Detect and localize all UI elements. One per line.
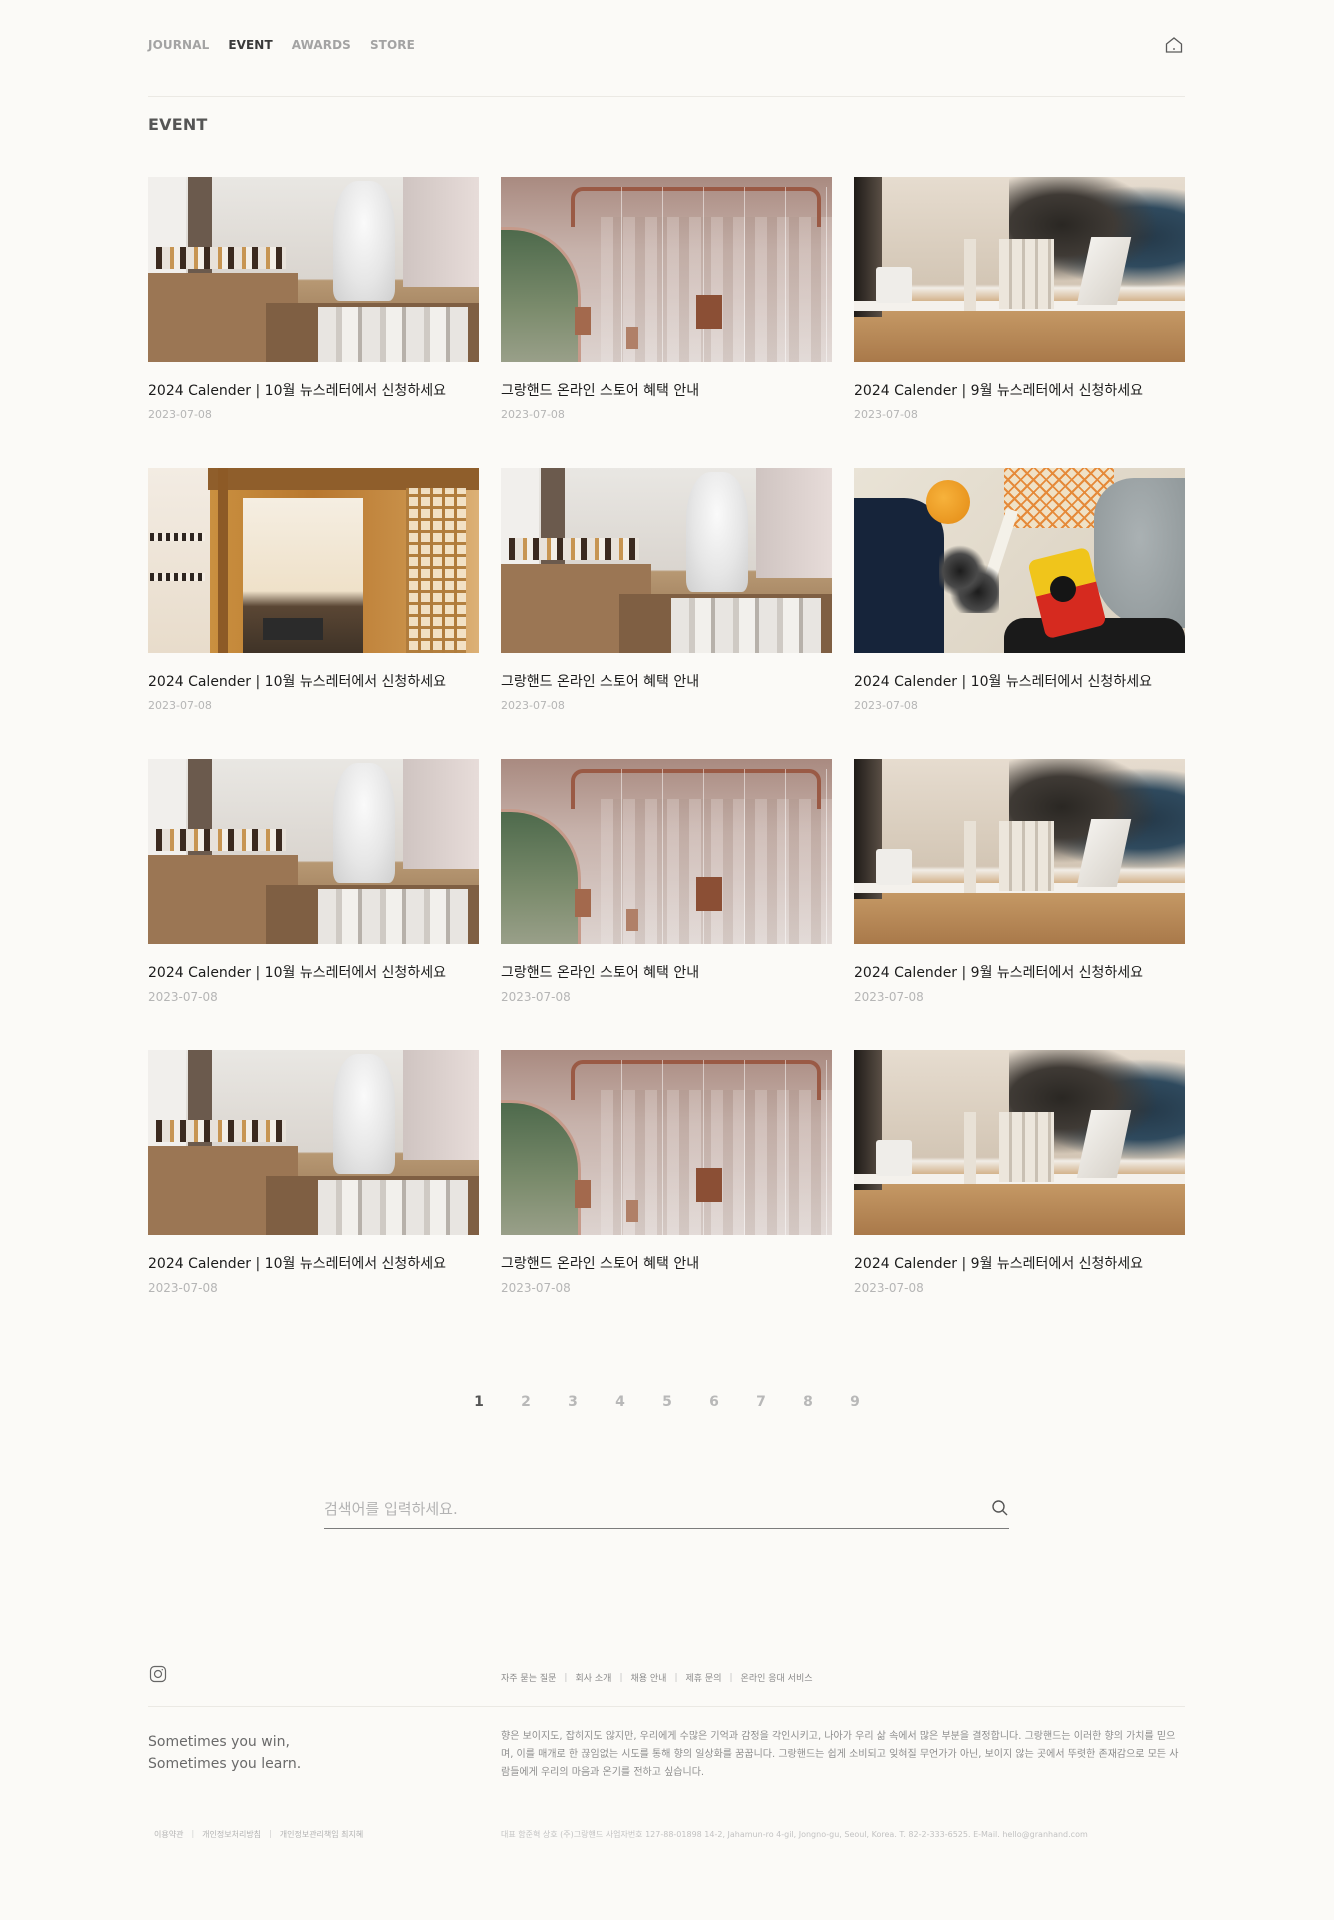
event-title[interactable]: 2024 Calender | 9월 뉴스레터에서 신청하세요 — [854, 380, 1185, 400]
footer-link-partnership[interactable]: 제휴 문의 — [686, 1671, 722, 1684]
event-thumbnail[interactable] — [501, 1050, 832, 1235]
event-date: 2023-07-08 — [148, 408, 212, 421]
event-card[interactable]: 그랑핸드 온라인 스토어 혜택 안내 2023-07-08 — [501, 468, 832, 712]
pagination: 1 2 3 4 5 6 7 8 9 — [0, 1394, 1334, 1410]
event-thumbnail[interactable] — [854, 759, 1185, 944]
company-info: 대표 함준혁 상호 (주)그랑핸드 사업자번호 127-88-01898 14-… — [501, 1830, 1088, 1839]
event-title[interactable]: 2024 Calender | 10월 뉴스레터에서 신청하세요 — [854, 671, 1185, 691]
event-card[interactable]: 그랑핸드 온라인 스토어 혜택 안내 2023-07-08 — [501, 759, 832, 1004]
slogan-line-2: Sometimes you learn. — [148, 1756, 302, 1772]
separator: | — [674, 1672, 678, 1683]
instagram-icon[interactable] — [149, 1665, 167, 1683]
page-6[interactable]: 6 — [691, 1394, 738, 1410]
legal-link-privacy[interactable]: 개인정보처리방침 — [202, 1829, 261, 1840]
separator: | — [269, 1829, 272, 1838]
event-card[interactable]: 2024 Calender | 10월 뉴스레터에서 신청하세요 2023-07… — [148, 759, 479, 1004]
event-thumbnail[interactable] — [501, 468, 832, 653]
page-5[interactable]: 5 — [644, 1394, 691, 1410]
event-title[interactable]: 2024 Calender | 10월 뉴스레터에서 신청하세요 — [148, 671, 479, 691]
event-thumbnail[interactable] — [501, 759, 832, 944]
slogan-line-1: Sometimes you win, — [148, 1734, 290, 1750]
search-input[interactable] — [324, 1495, 964, 1523]
event-card[interactable]: 그랑핸드 온라인 스토어 혜택 안내 2023-07-08 — [501, 177, 832, 421]
event-card[interactable]: 2024 Calender | 9월 뉴스레터에서 신청하세요 2023-07-… — [854, 177, 1185, 421]
event-title[interactable]: 그랑핸드 온라인 스토어 혜택 안내 — [501, 1253, 832, 1273]
footer-divider — [148, 1706, 1185, 1707]
legal-link-terms[interactable]: 이용약관 — [154, 1829, 183, 1840]
event-thumbnail[interactable] — [854, 1050, 1185, 1235]
footer-link-careers[interactable]: 채용 안내 — [630, 1671, 666, 1684]
event-title[interactable]: 2024 Calender | 10월 뉴스레터에서 신청하세요 — [148, 380, 479, 400]
separator: | — [564, 1672, 568, 1683]
event-thumbnail[interactable] — [501, 177, 832, 362]
footer-link-about[interactable]: 회사 소개 — [575, 1671, 611, 1684]
event-thumbnail[interactable] — [854, 468, 1185, 653]
page-3[interactable]: 3 — [550, 1394, 597, 1410]
nav-journal[interactable]: JOURNAL — [148, 38, 209, 52]
home-icon[interactable] — [1164, 35, 1184, 55]
event-thumbnail[interactable] — [148, 759, 479, 944]
event-date: 2023-07-08 — [501, 1281, 571, 1295]
event-title[interactable]: 2024 Calender | 10월 뉴스레터에서 신청하세요 — [148, 962, 479, 982]
event-title[interactable]: 그랑핸드 온라인 스토어 혜택 안내 — [501, 671, 832, 691]
legal-link-privacy-officer[interactable]: 개인정보관리책임 최지혜 — [280, 1829, 364, 1840]
event-date: 2023-07-08 — [148, 699, 212, 712]
main-nav: JOURNAL EVENT AWARDS STORE — [148, 38, 415, 52]
event-card[interactable]: 2024 Calender | 9월 뉴스레터에서 신청하세요 2023-07-… — [854, 759, 1185, 1004]
page-8[interactable]: 8 — [785, 1394, 832, 1410]
event-date: 2023-07-08 — [501, 990, 571, 1004]
footer-links: 자주 묻는 질문 | 회사 소개 | 채용 안내 | 제휴 문의 | 온라인 응… — [501, 1671, 813, 1685]
nav-event[interactable]: EVENT — [228, 38, 272, 52]
event-thumbnail[interactable] — [854, 177, 1185, 362]
event-date: 2023-07-08 — [501, 699, 565, 712]
search-icon[interactable] — [991, 1499, 1009, 1517]
footer-slogan: Sometimes you win, Sometimes you learn. — [148, 1731, 301, 1775]
nav-store[interactable]: STORE — [370, 38, 415, 52]
page-9[interactable]: 9 — [832, 1394, 879, 1410]
footer-link-faq[interactable]: 자주 묻는 질문 — [501, 1671, 556, 1684]
event-title[interactable]: 2024 Calender | 10월 뉴스레터에서 신청하세요 — [148, 1253, 479, 1273]
brand-description: 향은 보이지도, 잡히지도 않지만, 우리에게 수많은 기억과 감정을 각인시키… — [501, 1731, 1179, 1778]
separator: | — [191, 1829, 195, 1838]
event-thumbnail[interactable] — [148, 177, 479, 362]
event-date: 2023-07-08 — [854, 990, 924, 1004]
event-card[interactable]: 2024 Calender | 10월 뉴스레터에서 신청하세요 2023-07… — [148, 177, 479, 421]
event-date: 2023-07-08 — [854, 408, 918, 421]
event-thumbnail[interactable] — [148, 1050, 479, 1235]
footer-link-online-service[interactable]: 온라인 응대 서비스 — [741, 1671, 813, 1684]
event-date: 2023-07-08 — [148, 1281, 218, 1295]
event-card[interactable]: 2024 Calender | 9월 뉴스레터에서 신청하세요 2023-07-… — [854, 1050, 1185, 1295]
page-1[interactable]: 1 — [456, 1394, 503, 1410]
page-7[interactable]: 7 — [738, 1394, 785, 1410]
event-card[interactable]: 2024 Calender | 10월 뉴스레터에서 신청하세요 2023-07… — [148, 468, 479, 712]
legal-links: 이용약관 | 개인정보처리방침 | 개인정보관리책임 최지혜 — [154, 1829, 363, 1840]
search-bar — [324, 1495, 1009, 1529]
header-divider — [148, 96, 1185, 97]
nav-awards[interactable]: AWARDS — [292, 38, 351, 52]
event-title[interactable]: 그랑핸드 온라인 스토어 혜택 안내 — [501, 380, 832, 400]
page-2[interactable]: 2 — [503, 1394, 550, 1410]
separator: | — [619, 1672, 623, 1683]
event-date: 2023-07-08 — [854, 1281, 924, 1295]
page-title: EVENT — [148, 115, 208, 134]
page-4[interactable]: 4 — [597, 1394, 644, 1410]
event-card[interactable]: 2024 Calender | 10월 뉴스레터에서 신청하세요 2023-07… — [854, 468, 1185, 712]
event-date: 2023-07-08 — [501, 408, 565, 421]
event-date: 2023-07-08 — [148, 990, 218, 1004]
event-title[interactable]: 2024 Calender | 9월 뉴스레터에서 신청하세요 — [854, 962, 1185, 982]
event-card[interactable]: 2024 Calender | 10월 뉴스레터에서 신청하세요 2023-07… — [148, 1050, 479, 1295]
event-title[interactable]: 2024 Calender | 9월 뉴스레터에서 신청하세요 — [854, 1253, 1185, 1273]
separator: | — [729, 1672, 733, 1683]
event-thumbnail[interactable] — [148, 468, 479, 653]
event-grid: 2024 Calender | 10월 뉴스레터에서 신청하세요 2023-07… — [148, 177, 1185, 1295]
event-date: 2023-07-08 — [854, 699, 918, 712]
event-card[interactable]: 그랑핸드 온라인 스토어 혜택 안내 2023-07-08 — [501, 1050, 832, 1295]
event-title[interactable]: 그랑핸드 온라인 스토어 혜택 안내 — [501, 962, 832, 982]
